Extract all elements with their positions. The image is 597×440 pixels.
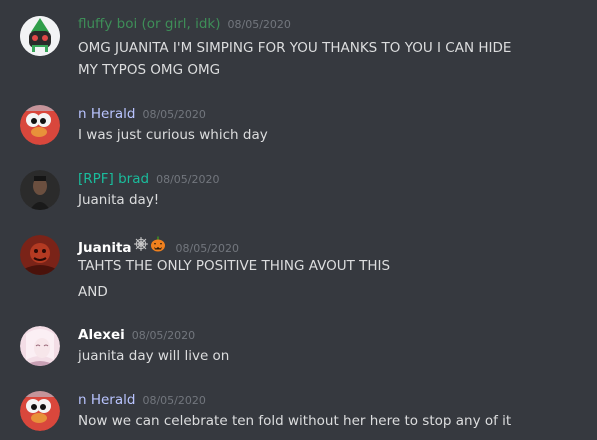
spiderweb-icon [133, 236, 149, 252]
avatar-image [20, 105, 60, 145]
avatar-image [20, 326, 60, 366]
message-text: Now we can celebrate ten fold without he… [78, 413, 512, 429]
message-text: juanita day will live on [78, 348, 230, 364]
timestamp: 08/05/2020 [142, 394, 206, 407]
message-header: [RPF] brad 08/05/2020 [78, 171, 219, 191]
timestamp: 08/05/2020 [156, 173, 220, 186]
message-header: Juanita 08/05/2020 [78, 236, 239, 256]
avatar-image [20, 391, 60, 431]
author-name[interactable]: fluffy boi (or girl, idk) [78, 16, 221, 32]
timestamp: 08/05/2020 [131, 329, 196, 342]
timestamp: 08/05/2020 [142, 108, 206, 121]
message-text: AND [78, 284, 108, 300]
jack-o-lantern-icon [150, 236, 166, 252]
author-name[interactable]: Alexei [78, 327, 125, 343]
author-name[interactable]: Juanita [78, 240, 132, 256]
chat-messages: fluffy boi (or girl, idk) 08/05/2020 OMG… [0, 0, 597, 440]
message-header: fluffy boi (or girl, idk) 08/05/2020 [78, 16, 291, 36]
timestamp: 08/05/2020 [227, 18, 291, 31]
avatar[interactable] [20, 105, 60, 145]
avatar[interactable] [20, 235, 60, 275]
message-header: n Herald 08/05/2020 [78, 392, 206, 412]
message-header: n Herald 08/05/2020 [78, 106, 206, 126]
avatar-image [20, 170, 60, 210]
author-name[interactable]: n Herald [78, 392, 135, 408]
message-text: I was just curious which day [78, 127, 268, 143]
avatar[interactable] [20, 16, 60, 56]
message-header: Alexei 08/05/2020 [78, 327, 195, 347]
message-text: TAHTS THE ONLY POSITIVE THING AVOUT THIS [78, 258, 391, 274]
message-text: Juanita day! [78, 192, 160, 208]
message-text: OMG JUANITA I'M SIMPING FOR YOU THANKS T… [78, 40, 512, 56]
message-text: MY TYPOS OMG OMG [78, 62, 221, 78]
author-name[interactable]: [RPF] brad [78, 171, 149, 187]
author-name[interactable]: n Herald [78, 106, 135, 122]
avatar[interactable] [20, 326, 60, 366]
timestamp: 08/05/2020 [175, 242, 239, 255]
avatar-image [20, 16, 60, 56]
avatar[interactable] [20, 391, 60, 431]
avatar[interactable] [20, 170, 60, 210]
avatar-image [20, 235, 60, 275]
